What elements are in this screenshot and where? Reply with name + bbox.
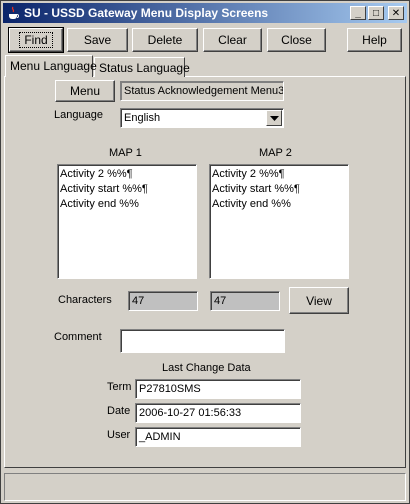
tab-menu-language[interactable]: Menu Language (5, 55, 97, 77)
term-field: P27810SMS (135, 379, 301, 399)
map2-text-area[interactable]: Activity 2 %%¶ Activity start %%¶ Activi… (209, 164, 349, 279)
user-label: User (107, 429, 131, 441)
map2-line: Activity start %%¶ (212, 183, 300, 195)
maximize-icon: □ (372, 7, 380, 19)
close-window-button[interactable]: ✕ (388, 6, 404, 20)
map1-label: MAP 1 (109, 147, 142, 159)
delete-button[interactable]: Delete (132, 28, 198, 52)
menu-button[interactable]: Menu (55, 80, 115, 102)
map2-line: Activity end %% (212, 198, 291, 210)
map1-text-area[interactable]: Activity 2 %%¶ Activity start %%¶ Activi… (57, 164, 197, 279)
tab-status-language[interactable]: Status Language (94, 57, 190, 77)
window-title: SU - USSD Gateway Menu Display Screens (24, 6, 269, 20)
save-button[interactable]: Save (67, 28, 128, 52)
term-label: Term (107, 381, 132, 393)
title-bar: SU - USSD Gateway Menu Display Screens _… (3, 3, 407, 23)
language-selected-value: English (124, 112, 161, 124)
comment-label: Comment (54, 331, 102, 343)
clear-button[interactable]: Clear (203, 28, 262, 52)
last-change-data-label: Last Change Data (162, 362, 251, 374)
menu-name-field: Status Acknowledgement Menu3 (120, 81, 284, 101)
minimize-button[interactable]: _ (350, 6, 366, 20)
close-icon: ✕ (391, 7, 401, 19)
map1-line: Activity 2 %%¶ (60, 168, 133, 180)
dropdown-arrow-icon[interactable] (266, 110, 282, 126)
characters-label: Characters (58, 294, 112, 306)
map2-line: Activity 2 %%¶ (212, 168, 285, 180)
minimize-icon: _ (355, 7, 361, 19)
comment-input[interactable] (120, 329, 285, 353)
language-label: Language (54, 109, 103, 121)
map1-characters-field: 47 (128, 291, 198, 311)
status-bar (4, 473, 406, 501)
date-label: Date (107, 405, 131, 417)
help-button[interactable]: Help (347, 28, 402, 52)
close-button[interactable]: Close (267, 28, 326, 52)
map2-characters-field: 47 (210, 291, 280, 311)
maximize-button[interactable]: □ (368, 6, 384, 20)
view-button[interactable]: View (289, 287, 349, 314)
map1-line: Activity end %% (60, 198, 139, 210)
date-field: 2006-10-27 01:56:33 (135, 403, 301, 423)
java-app-icon (6, 6, 20, 20)
user-field: _ADMIN (135, 427, 301, 447)
app-window: SU - USSD Gateway Menu Display Screens _… (0, 0, 410, 504)
map1-line: Activity start %%¶ (60, 183, 148, 195)
map2-label: MAP 2 (259, 147, 292, 159)
find-button[interactable]: Find (8, 27, 64, 53)
language-select[interactable]: English (120, 108, 284, 128)
